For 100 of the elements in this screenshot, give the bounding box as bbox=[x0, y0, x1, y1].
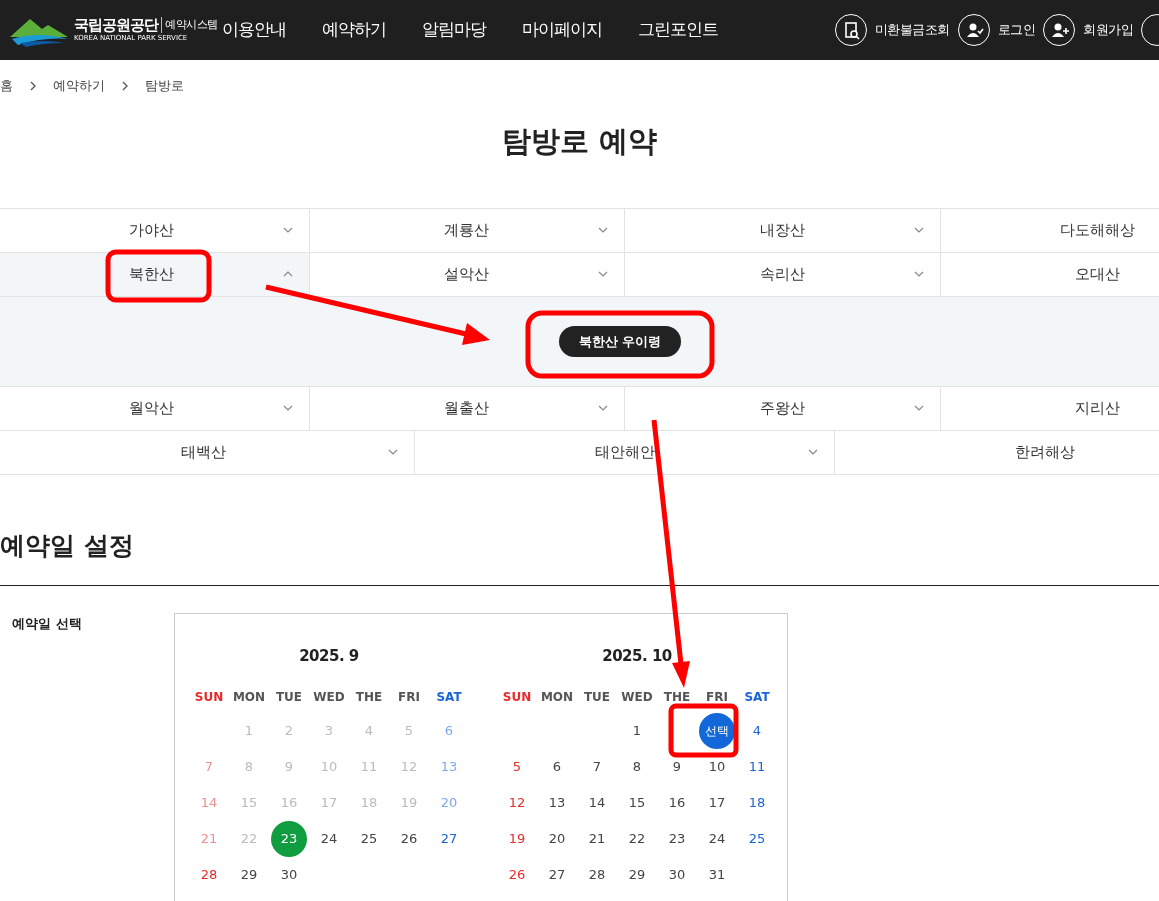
chevron-down-icon bbox=[282, 226, 293, 234]
section-heading: 예약일 설정 bbox=[0, 531, 134, 560]
date-number: 20 bbox=[440, 793, 458, 812]
date-number[interactable]: 28 bbox=[588, 864, 606, 885]
utility-link[interactable]: 로그인 bbox=[997, 20, 1035, 40]
date-number[interactable]: 6 bbox=[552, 756, 562, 777]
menu-link[interactable]: 알림마당 bbox=[421, 17, 486, 43]
date-number[interactable]: 13 bbox=[548, 792, 566, 813]
date-number[interactable]: 27 bbox=[440, 828, 458, 849]
logo-title: 국립공원공단 bbox=[74, 16, 158, 33]
date-number[interactable]: 7 bbox=[592, 756, 602, 777]
date-number: 1 bbox=[244, 721, 254, 740]
date-number[interactable]: 11 bbox=[748, 756, 766, 777]
breadcrumb-link[interactable]: 예약하기 bbox=[53, 76, 105, 96]
mountain-tab[interactable]: 북한산 bbox=[0, 253, 310, 297]
date-number[interactable]: 1 bbox=[632, 720, 642, 741]
mountain-tab[interactable]: 주왕산 bbox=[625, 387, 941, 431]
date-number[interactable]: 24 bbox=[320, 828, 338, 849]
date-number: 13 bbox=[440, 757, 458, 776]
mountain-tab[interactable]: 월악산 bbox=[0, 387, 310, 431]
date-number[interactable]: 12 bbox=[508, 792, 526, 813]
date-today[interactable]: 23 bbox=[271, 820, 307, 857]
date-number[interactable]: 17 bbox=[708, 792, 726, 813]
date-number[interactable]: 19 bbox=[508, 828, 526, 849]
date-number[interactable]: 10 bbox=[708, 756, 726, 777]
mountain-tab[interactable]: 속리산 bbox=[625, 253, 941, 297]
chevron-down-icon bbox=[598, 404, 608, 412]
date-number[interactable]: 16 bbox=[668, 792, 686, 813]
month-title: 2025. 10 bbox=[602, 646, 672, 665]
date-number: 17 bbox=[320, 793, 338, 812]
date-number[interactable]: 26 bbox=[400, 828, 418, 849]
breadcrumb-link[interactable]: 탐방로 bbox=[145, 76, 184, 96]
date-number: 9 bbox=[284, 757, 294, 776]
mountain-tab[interactable]: 계룡산 bbox=[309, 209, 625, 253]
page-title: 탐방로 예약 bbox=[501, 123, 658, 158]
date-number[interactable]: 26 bbox=[508, 864, 526, 885]
date-number[interactable]: 31 bbox=[708, 864, 726, 885]
date-number[interactable]: 9 bbox=[672, 756, 682, 777]
date-number[interactable]: 29 bbox=[628, 864, 646, 885]
field-label: 예약일 선택 bbox=[12, 615, 82, 631]
date-number[interactable]: 24 bbox=[708, 828, 726, 849]
logo-subtitle: 예약시스템 bbox=[161, 16, 218, 33]
menu-link[interactable]: 이용안내 bbox=[221, 17, 286, 43]
utility-link[interactable]: 미환불금조회 bbox=[874, 20, 950, 40]
chevron-down-icon bbox=[913, 226, 924, 234]
mountain-tab[interactable]: 월출산 bbox=[309, 387, 625, 431]
date-number[interactable]: 14 bbox=[588, 792, 606, 813]
date-number[interactable]: 21 bbox=[588, 828, 606, 849]
date-number: 8 bbox=[244, 757, 254, 776]
weekday-label: THE bbox=[662, 688, 692, 706]
menu-link[interactable]: 그린포인트 bbox=[637, 17, 718, 43]
date-number: 4 bbox=[364, 721, 374, 740]
date-number: 19 bbox=[400, 793, 418, 812]
mountain-tab[interactable]: 태안해안 bbox=[414, 431, 836, 475]
date-number[interactable]: 30 bbox=[668, 864, 686, 885]
date-number: 3 bbox=[324, 721, 334, 740]
chevron-down-icon bbox=[387, 448, 398, 456]
mountain-tab[interactable]: 가야산 bbox=[0, 209, 310, 253]
date-number[interactable]: 25 bbox=[748, 828, 766, 849]
date-number[interactable]: 5 bbox=[512, 756, 522, 777]
mountain-tab[interactable]: 태백산 bbox=[0, 431, 415, 475]
date-number[interactable]: 22 bbox=[628, 828, 646, 849]
selected-date[interactable]: 선택 bbox=[699, 712, 735, 749]
weekday-label: MON bbox=[539, 688, 575, 706]
date-number[interactable]: 4 bbox=[752, 720, 762, 741]
date-number: 2 bbox=[284, 721, 294, 740]
chevron-down-icon bbox=[913, 270, 924, 278]
utility-link[interactable]: 회원가입 bbox=[1083, 20, 1133, 40]
weekday-label: FRI bbox=[397, 688, 421, 706]
date-number: 15 bbox=[240, 793, 258, 812]
weekday-label: SAT bbox=[435, 688, 463, 706]
date-number[interactable]: 25 bbox=[360, 828, 378, 849]
breadcrumb-link[interactable]: 홈 bbox=[0, 76, 13, 96]
date-number[interactable]: 8 bbox=[632, 756, 642, 777]
chevron-down-icon bbox=[598, 270, 608, 278]
menu-link[interactable]: 마이페이지 bbox=[521, 17, 602, 43]
date-number: 12 bbox=[400, 757, 418, 776]
weekday-label: SUN bbox=[193, 688, 225, 706]
weekday-label: MON bbox=[231, 688, 267, 706]
course-button[interactable]: 북한산 우이령 bbox=[558, 325, 682, 358]
date-number[interactable]: 29 bbox=[240, 864, 258, 885]
date-number[interactable]: 20 bbox=[548, 828, 566, 849]
date-number[interactable]: 28 bbox=[200, 864, 218, 885]
date-number[interactable]: 15 bbox=[628, 792, 646, 813]
month-title: 2025. 9 bbox=[299, 646, 359, 665]
date-number[interactable]: 30 bbox=[280, 864, 298, 885]
mountain-tab[interactable]: 내장산 bbox=[625, 209, 941, 253]
weekday-label: TUE bbox=[582, 688, 612, 706]
date-number: 10 bbox=[320, 757, 338, 776]
chevron-up-icon bbox=[282, 270, 293, 278]
chevron-down-icon bbox=[913, 404, 924, 412]
date-number: 22 bbox=[240, 829, 258, 848]
chevron-down-icon bbox=[808, 448, 819, 456]
date-number[interactable]: 27 bbox=[548, 864, 566, 885]
menu-link[interactable]: 예약하기 bbox=[321, 17, 386, 43]
date-number: 18 bbox=[360, 793, 378, 812]
chevron-right-icon bbox=[121, 80, 129, 91]
date-number[interactable]: 18 bbox=[748, 792, 766, 813]
weekday-label: WED bbox=[312, 688, 346, 706]
date-number[interactable]: 23 bbox=[668, 828, 686, 849]
